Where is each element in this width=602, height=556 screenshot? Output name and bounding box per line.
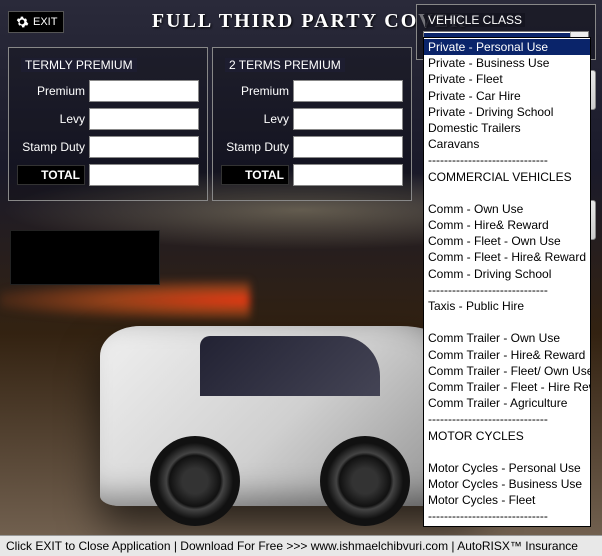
dropdown-item[interactable]: Comm Trailer - Hire& Reward: [424, 347, 590, 363]
dropdown-item[interactable]: Motor Cycles - Fleet: [424, 492, 590, 508]
dropdown-item[interactable]: Comm - Fleet - Own Use: [424, 233, 590, 249]
two-terms-stamp-input[interactable]: [293, 136, 403, 158]
dropdown-item[interactable]: Comm - Driving School: [424, 266, 590, 282]
dropdown-item[interactable]: [424, 314, 590, 330]
dropdown-item[interactable]: Domestic Trailers: [424, 120, 590, 136]
status-bar: Click EXIT to Close Application | Downlo…: [0, 535, 602, 556]
termly-total-label: TOTAL: [17, 165, 85, 185]
two-terms-premium-label: Premium: [221, 84, 289, 98]
vehicle-class-panel: VEHICLE CLASS Private - Personal Use Pri…: [416, 4, 596, 60]
two-terms-total-input[interactable]: [293, 164, 403, 186]
termly-total-input[interactable]: [89, 164, 199, 186]
termly-premium-input[interactable]: [89, 80, 199, 102]
exit-button-label: EXIT: [33, 16, 57, 28]
termly-premium-panel: TERMLY PREMIUM Premium Levy Stamp Duty T…: [8, 47, 208, 201]
termly-levy-input[interactable]: [89, 108, 199, 130]
gear-icon: [15, 15, 29, 29]
dropdown-item[interactable]: Comm - Hire& Reward: [424, 217, 590, 233]
dropdown-item[interactable]: Caravans: [424, 136, 590, 152]
exit-button[interactable]: EXIT: [8, 11, 64, 33]
termly-panel-title: TERMLY PREMIUM: [21, 58, 137, 72]
termly-premium-label: Premium: [17, 84, 85, 98]
dropdown-item[interactable]: Private - Personal Use: [424, 39, 590, 55]
two-terms-stamp-label: Stamp Duty: [221, 140, 289, 154]
two-terms-levy-label: Levy: [221, 112, 289, 126]
dropdown-item[interactable]: ------------------------------: [424, 152, 590, 168]
termly-stamp-input[interactable]: [89, 136, 199, 158]
two-terms-premium-panel: 2 TERMS PREMIUM Premium Levy Stamp Duty …: [212, 47, 412, 201]
dropdown-item[interactable]: Comm - Own Use: [424, 201, 590, 217]
dropdown-item[interactable]: Comm Trailer - Fleet/ Own Use: [424, 363, 590, 379]
dropdown-item[interactable]: Taxis - Public Hire: [424, 298, 590, 314]
vehicle-class-label: VEHICLE CLASS: [425, 13, 525, 27]
dropdown-item[interactable]: Comm - Fleet - Hire& Reward: [424, 249, 590, 265]
dropdown-item[interactable]: Motor Cycles - Business Use: [424, 476, 590, 492]
two-terms-premium-input[interactable]: [293, 80, 403, 102]
two-terms-levy-input[interactable]: [293, 108, 403, 130]
dropdown-item[interactable]: Comm Trailer - Own Use: [424, 330, 590, 346]
two-terms-total-label: TOTAL: [221, 165, 289, 185]
preview-box: [10, 230, 160, 285]
termly-stamp-label: Stamp Duty: [17, 140, 85, 154]
dropdown-item[interactable]: Private - Business Use: [424, 55, 590, 71]
dropdown-item[interactable]: MOTOR CYCLES: [424, 428, 590, 444]
dropdown-item[interactable]: ------------------------------: [424, 411, 590, 427]
termly-levy-label: Levy: [17, 112, 85, 126]
dropdown-item[interactable]: ------------------------------: [424, 282, 590, 298]
dropdown-item[interactable]: ------------------------------: [424, 508, 590, 524]
dropdown-item[interactable]: Private - Driving School: [424, 104, 590, 120]
dropdown-item[interactable]: COMMERCIAL VEHICLES: [424, 169, 590, 185]
two-terms-panel-title: 2 TERMS PREMIUM: [225, 58, 345, 72]
dropdown-item[interactable]: Comm Trailer - Fleet - Hire Reward: [424, 379, 590, 395]
dropdown-item[interactable]: Private - Car Hire: [424, 88, 590, 104]
dropdown-item[interactable]: Comm Trailer - Agriculture: [424, 395, 590, 411]
dropdown-item[interactable]: [424, 185, 590, 201]
dropdown-item[interactable]: Motor Cycles - Personal Use: [424, 460, 590, 476]
vehicle-class-dropdown[interactable]: Private - Personal UsePrivate - Business…: [423, 37, 591, 527]
dropdown-item[interactable]: [424, 444, 590, 460]
dropdown-item[interactable]: Private - Fleet: [424, 71, 590, 87]
